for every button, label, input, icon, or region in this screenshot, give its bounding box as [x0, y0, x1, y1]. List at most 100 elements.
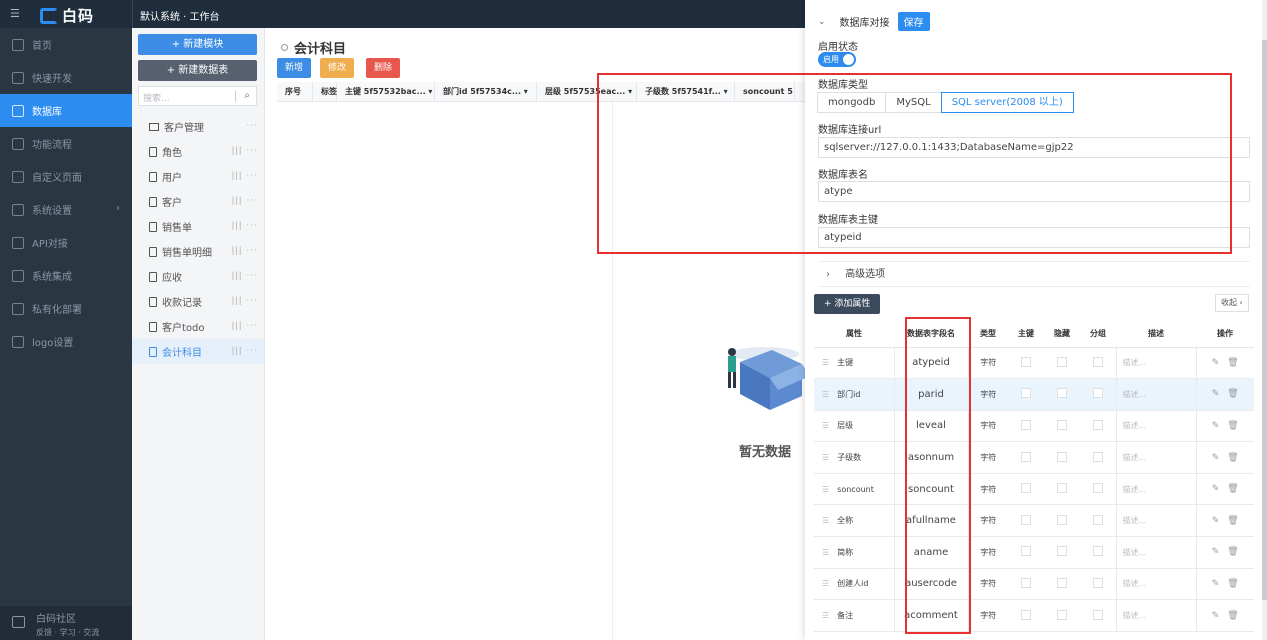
- trash-icon[interactable]: 🗑: [1227, 453, 1238, 463]
- drag-handle-icon[interactable]: ☰: [822, 548, 829, 557]
- table-row[interactable]: ☰ 层级 leveal 字符 描述... ✎ 🗑: [814, 410, 1254, 443]
- primary-key-checkbox[interactable]: [1021, 388, 1031, 399]
- primary-key-checkbox[interactable]: [1021, 609, 1031, 620]
- new-module-button[interactable]: + 新建模块: [138, 34, 257, 55]
- module-list-item[interactable]: 应收 ǀǀǀ ···: [132, 264, 264, 289]
- column-header[interactable]: 子级数 5f57541f... ▾: [637, 82, 735, 101]
- field-name-cell[interactable]: parid: [893, 378, 969, 411]
- breadcrumb[interactable]: 默认系统 · 工作台: [140, 8, 220, 23]
- menu-toggle-icon[interactable]: ☰: [10, 8, 22, 20]
- description-input[interactable]: 描述...: [1115, 410, 1197, 443]
- more-icon[interactable]: ǀǀǀ ···: [232, 221, 258, 231]
- app-logo[interactable]: 白码: [40, 5, 94, 26]
- type-cell[interactable]: 字符: [968, 378, 1008, 411]
- field-name-cell[interactable]: atypeid: [893, 347, 969, 380]
- group-checkbox[interactable]: [1092, 577, 1103, 588]
- column-header[interactable]: 层级 5f57535eac... ▾: [537, 82, 637, 101]
- more-icon[interactable]: ǀǀǀ ···: [232, 321, 258, 331]
- description-input[interactable]: 描述...: [1115, 599, 1197, 632]
- group-checkbox[interactable]: [1092, 546, 1103, 557]
- trash-icon[interactable]: 🗑: [1227, 579, 1238, 589]
- drag-handle-icon[interactable]: ☰: [822, 453, 829, 462]
- chevron-down-icon[interactable]: ⌄: [818, 17, 826, 27]
- sidebar-item[interactable]: 数据库: [0, 94, 132, 127]
- trash-icon[interactable]: 🗑: [1227, 421, 1238, 431]
- drag-handle-icon[interactable]: ☰: [822, 579, 829, 588]
- description-input[interactable]: 描述...: [1115, 347, 1197, 380]
- db-type-option[interactable]: MySQL: [885, 92, 942, 113]
- type-cell[interactable]: 字符: [968, 504, 1008, 538]
- trash-icon[interactable]: 🗑: [1227, 611, 1238, 621]
- primary-key-checkbox[interactable]: [1021, 483, 1031, 494]
- table-name-input[interactable]: atype: [818, 181, 1250, 202]
- more-icon[interactable]: ǀǀǀ ···: [232, 271, 258, 281]
- trash-icon[interactable]: 🗑: [1227, 547, 1238, 557]
- db-type-option[interactable]: mongodb: [817, 92, 887, 113]
- type-cell[interactable]: 字符: [968, 599, 1008, 632]
- table-row[interactable]: ☰ 部门id parid 字符 描述... ✎ 🗑: [814, 378, 1254, 411]
- drag-handle-icon[interactable]: ☰: [822, 390, 829, 399]
- group-checkbox[interactable]: [1092, 483, 1103, 494]
- drag-handle-icon[interactable]: ☰: [822, 611, 829, 620]
- edit-icon[interactable]: ✎: [1212, 389, 1220, 399]
- type-cell[interactable]: 字符: [968, 410, 1008, 443]
- primary-key-checkbox[interactable]: [1021, 514, 1031, 525]
- hidden-checkbox[interactable]: [1057, 451, 1067, 462]
- more-icon[interactable]: ···: [246, 121, 258, 131]
- group-checkbox[interactable]: [1092, 388, 1103, 399]
- add-button[interactable]: 新增: [277, 58, 311, 78]
- description-input[interactable]: 描述...: [1115, 568, 1197, 601]
- field-name-cell[interactable]: afullname: [893, 504, 969, 538]
- more-icon[interactable]: ǀǀǀ ···: [232, 196, 258, 206]
- new-table-button[interactable]: + 新建数据表: [138, 60, 257, 81]
- field-name-cell[interactable]: asonnum: [893, 441, 969, 474]
- scrollbar[interactable]: [1262, 0, 1267, 640]
- trash-icon[interactable]: 🗑: [1227, 484, 1238, 494]
- table-row[interactable]: ☰ soncount soncount 字符 描述... ✎ 🗑: [814, 473, 1254, 506]
- primary-key-checkbox[interactable]: [1021, 419, 1031, 430]
- sidebar-item[interactable]: logo设置: [0, 325, 132, 358]
- field-name-cell[interactable]: soncount: [893, 473, 969, 506]
- description-input[interactable]: 描述...: [1115, 504, 1197, 538]
- hidden-checkbox[interactable]: [1057, 483, 1067, 494]
- field-name-cell[interactable]: acomment: [893, 599, 969, 632]
- field-name-cell[interactable]: ausercode: [893, 568, 969, 601]
- description-input[interactable]: 描述...: [1115, 473, 1197, 506]
- edit-icon[interactable]: ✎: [1212, 358, 1220, 368]
- scrollbar-thumb[interactable]: [1262, 40, 1267, 600]
- hidden-checkbox[interactable]: [1057, 546, 1067, 557]
- primary-key-checkbox[interactable]: [1021, 546, 1031, 557]
- edit-icon[interactable]: ✎: [1212, 453, 1220, 463]
- table-row[interactable]: ☰ 全称 afullname 字符 描述... ✎ 🗑: [814, 504, 1254, 538]
- drag-handle-icon[interactable]: ☰: [822, 421, 829, 430]
- module-list-item[interactable]: 角色 ǀǀǀ ···: [132, 139, 264, 164]
- url-input[interactable]: sqlserver://127.0.0.1:1433;DatabaseName=…: [818, 137, 1250, 158]
- sidebar-item[interactable]: 系统设置 ›: [0, 193, 132, 226]
- group-checkbox[interactable]: [1092, 514, 1103, 525]
- more-icon[interactable]: ǀǀǀ ···: [232, 146, 258, 156]
- module-list-item[interactable]: 收款记录 ǀǀǀ ···: [132, 289, 264, 314]
- edit-icon[interactable]: ✎: [1212, 547, 1220, 557]
- description-input[interactable]: 描述...: [1115, 536, 1197, 569]
- column-header[interactable]: soncount 5: [735, 82, 795, 101]
- hidden-checkbox[interactable]: [1057, 609, 1067, 620]
- edit-icon[interactable]: ✎: [1212, 516, 1220, 526]
- advanced-options-toggle[interactable]: › 高级选项: [818, 261, 1250, 287]
- description-input[interactable]: 描述...: [1115, 441, 1197, 474]
- hidden-checkbox[interactable]: [1057, 419, 1067, 430]
- sidebar-item[interactable]: API对接: [0, 226, 132, 259]
- module-search-input[interactable]: 搜索... ⌕: [138, 86, 257, 106]
- group-checkbox[interactable]: [1092, 419, 1103, 430]
- sidebar-item[interactable]: 快速开发: [0, 61, 132, 94]
- module-list-item[interactable]: 销售单 ǀǀǀ ···: [132, 214, 264, 239]
- drag-handle-icon[interactable]: ☰: [822, 516, 829, 525]
- trash-icon[interactable]: 🗑: [1227, 389, 1238, 399]
- collapse-button[interactable]: 收起 ‹: [1215, 294, 1249, 312]
- edit-icon[interactable]: ✎: [1212, 421, 1220, 431]
- column-header[interactable]: 主键 5f57532bac... ▾: [337, 82, 435, 101]
- primary-key-checkbox[interactable]: [1021, 451, 1031, 462]
- table-row[interactable]: ☰ 创建人id ausercode 字符 描述... ✎ 🗑: [814, 568, 1254, 601]
- hidden-checkbox[interactable]: [1057, 388, 1067, 399]
- sidebar-item[interactable]: 首页: [0, 28, 132, 61]
- type-cell[interactable]: 字符: [968, 568, 1008, 601]
